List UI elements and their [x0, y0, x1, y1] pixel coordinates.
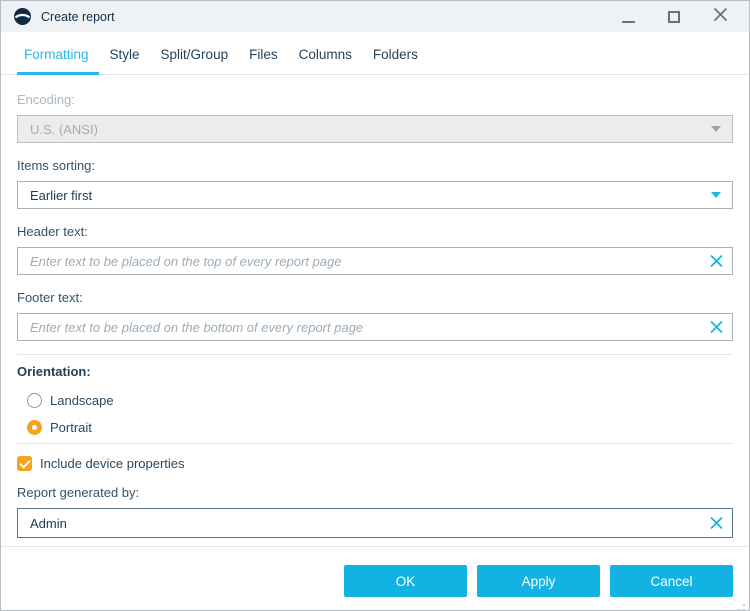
clear-x-icon[interactable] — [710, 516, 723, 530]
tab-folders[interactable]: Folders — [373, 46, 418, 64]
minimize-button[interactable] — [617, 6, 639, 28]
minimize-icon — [621, 20, 635, 23]
cancel-button[interactable]: Cancel — [610, 565, 733, 597]
header-text-label: Header text: — [17, 224, 88, 239]
encoding-label: Encoding: — [17, 92, 75, 107]
chevron-down-icon — [711, 126, 721, 132]
app-logo-icon — [14, 8, 31, 25]
include-device-properties-checkbox[interactable]: Include device properties — [17, 456, 733, 471]
window-controls — [617, 6, 739, 28]
tab-bar: Formatting Style Split/Group Files Colum… — [1, 32, 749, 75]
checkbox-checked-icon — [17, 456, 32, 471]
create-report-dialog: Create report Formatting Style Split/Gro… — [0, 0, 750, 611]
encoding-value: U.S. (ANSI) — [30, 121, 98, 137]
radio-landscape[interactable]: Landscape — [17, 393, 733, 408]
tab-formatting[interactable]: Formatting — [17, 46, 98, 75]
radio-portrait-label: Portrait — [50, 420, 92, 435]
include-device-properties-label: Include device properties — [40, 456, 185, 471]
resize-grip-icon[interactable] — [743, 604, 745, 606]
titlebar: Create report — [1, 1, 749, 32]
apply-button[interactable]: Apply — [477, 565, 600, 597]
clear-x-icon[interactable] — [710, 254, 723, 268]
maximize-icon — [668, 10, 680, 23]
items-sorting-label: Items sorting: — [17, 158, 96, 173]
maximize-button[interactable] — [663, 6, 685, 28]
orientation-label: Orientation: — [17, 364, 91, 379]
radio-checked-icon — [27, 420, 42, 435]
encoding-select: U.S. (ANSI) — [17, 115, 733, 143]
chevron-down-icon — [711, 192, 721, 198]
report-generated-by-input[interactable] — [17, 508, 733, 538]
formatting-panel: Encoding: U.S. (ANSI) Items sorting: Ear… — [1, 92, 749, 538]
items-sorting-value: Earlier first — [30, 187, 93, 203]
clear-x-icon[interactable] — [710, 320, 723, 334]
header-text-input[interactable] — [17, 247, 733, 275]
tab-style[interactable]: Style — [110, 46, 140, 64]
ok-button[interactable]: OK — [344, 565, 467, 597]
close-button[interactable] — [709, 6, 731, 28]
items-sorting-select[interactable]: Earlier first — [17, 181, 733, 209]
dialog-footer: OK Apply Cancel — [1, 546, 749, 597]
tab-columns[interactable]: Columns — [299, 46, 352, 64]
footer-text-label: Footer text: — [17, 290, 83, 305]
radio-unchecked-icon — [27, 393, 42, 408]
tab-files[interactable]: Files — [249, 46, 278, 64]
footer-text-input[interactable] — [17, 313, 733, 341]
tab-split-group[interactable]: Split/Group — [161, 46, 229, 64]
header-text-wrap — [17, 247, 733, 275]
report-generated-by-label: Report generated by: — [17, 485, 140, 500]
footer-text-wrap — [17, 313, 733, 341]
radio-landscape-label: Landscape — [50, 393, 114, 408]
separator — [17, 443, 733, 444]
separator — [17, 354, 733, 355]
radio-portrait[interactable]: Portrait — [17, 420, 733, 435]
window-title: Create report — [41, 9, 115, 24]
close-icon — [713, 7, 728, 27]
report-generated-by-wrap — [17, 508, 733, 538]
